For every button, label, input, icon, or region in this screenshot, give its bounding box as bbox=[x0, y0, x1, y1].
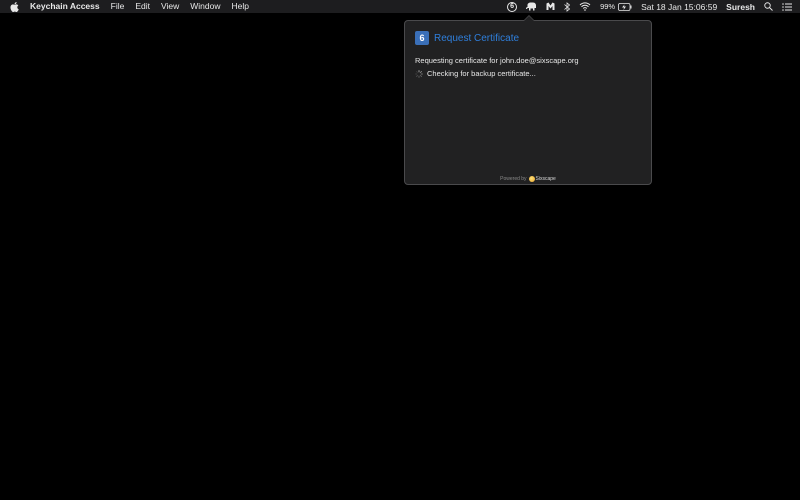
user-name[interactable]: Suresh bbox=[726, 2, 755, 12]
wifi-icon[interactable] bbox=[579, 2, 591, 11]
malwarebytes-icon[interactable] bbox=[546, 2, 555, 11]
apple-icon[interactable] bbox=[10, 1, 19, 12]
battery-percent: 99% bbox=[600, 2, 616, 11]
notification-list-icon[interactable] bbox=[782, 2, 792, 11]
elephant-icon[interactable] bbox=[526, 2, 537, 11]
sixscape-logo-icon: 6 bbox=[415, 31, 429, 45]
request-certificate-popover: 6 Request Certificate Requesting certifi… bbox=[404, 15, 652, 185]
menu-bar-status-area: 6 99% Sat 18 Jan 15:06:59 Suresh bbox=[507, 0, 800, 13]
spinner-icon bbox=[415, 69, 423, 78]
powered-by-footer: Powered by Sixscape bbox=[405, 176, 651, 182]
request-status-text: Requesting certificate for john.doe@sixs… bbox=[415, 56, 579, 65]
progress-text: Checking for backup certificate... bbox=[427, 69, 536, 78]
powered-by-label: Powered by bbox=[500, 176, 527, 182]
menu-app-name[interactable]: Keychain Access bbox=[30, 0, 100, 13]
menu-file[interactable]: File bbox=[111, 0, 125, 13]
battery-icon bbox=[618, 2, 632, 11]
popover-header: 6 Request Certificate bbox=[415, 31, 519, 45]
popover-title: Request Certificate bbox=[434, 32, 520, 44]
progress-row: Checking for backup certificate... bbox=[415, 69, 536, 78]
menu-view[interactable]: View bbox=[161, 0, 179, 13]
bluetooth-icon[interactable] bbox=[564, 1, 571, 12]
menu-bar-left: Keychain Access File Edit View Window He… bbox=[0, 0, 260, 13]
sixscape-status-icon[interactable]: 6 bbox=[507, 1, 518, 12]
menu-help[interactable]: Help bbox=[232, 0, 249, 13]
menu-bar: Keychain Access File Edit View Window He… bbox=[0, 0, 800, 13]
battery-status[interactable]: 99% bbox=[600, 2, 632, 11]
menu-window[interactable]: Window bbox=[190, 0, 220, 13]
search-icon[interactable] bbox=[764, 2, 773, 11]
menu-edit[interactable]: Edit bbox=[135, 0, 150, 13]
brand-name: Sixscape bbox=[535, 176, 556, 182]
popover-arrow-inner bbox=[524, 16, 534, 21]
clock[interactable]: Sat 18 Jan 15:06:59 bbox=[641, 2, 717, 12]
sixscape-brand-icon bbox=[528, 176, 535, 182]
